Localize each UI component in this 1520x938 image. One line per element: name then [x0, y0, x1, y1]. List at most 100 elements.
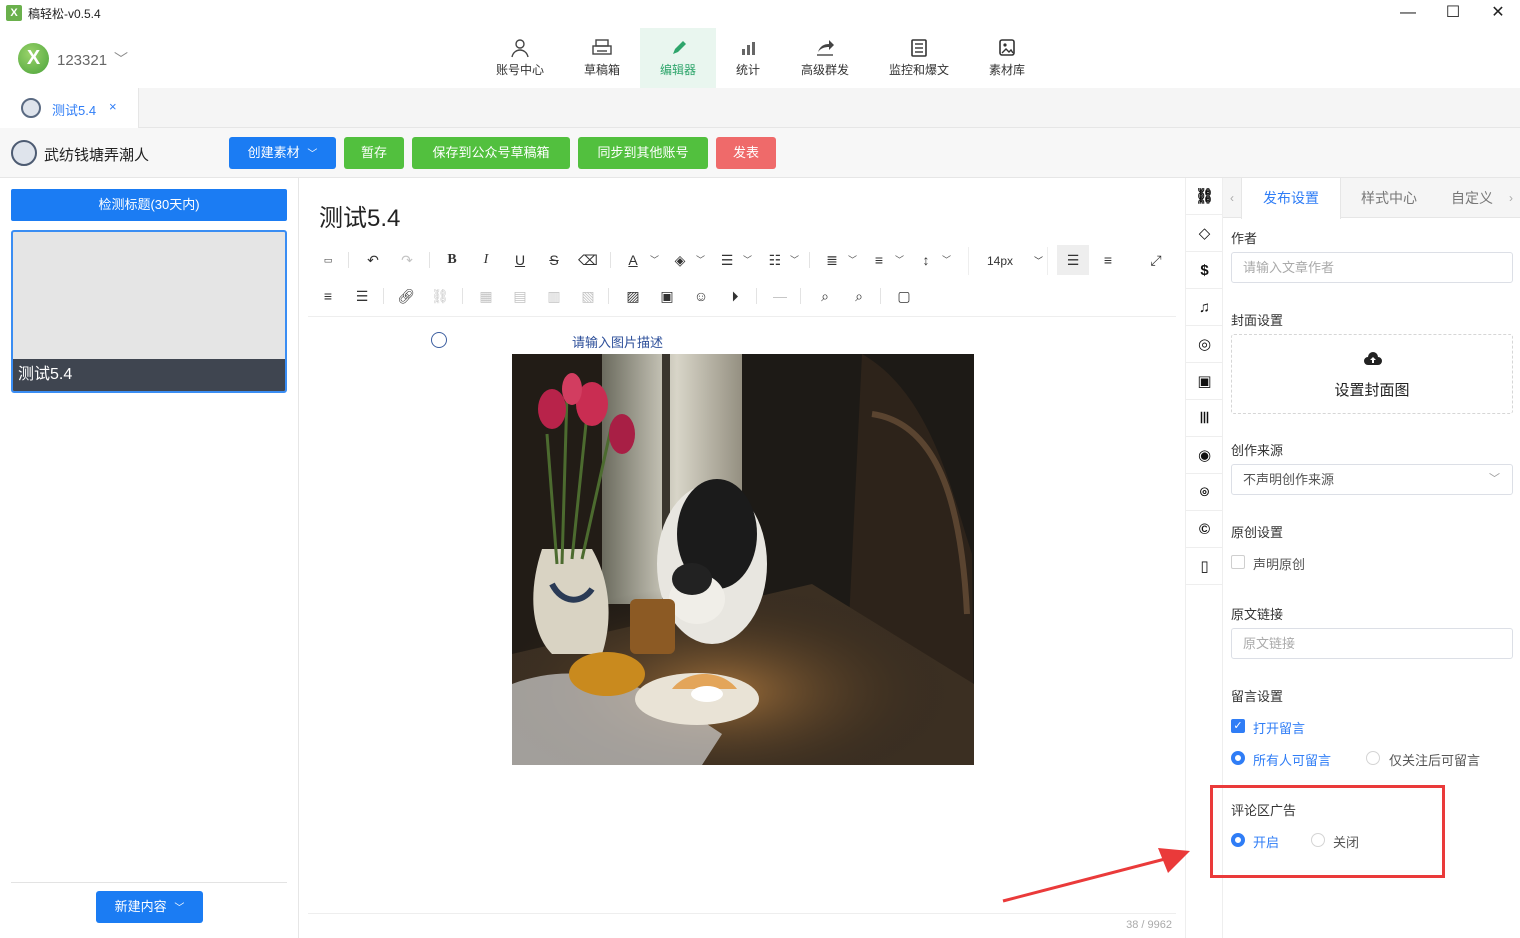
template-icon[interactable]: ▢	[891, 281, 917, 311]
comment-followers-label[interactable]: 仅关注后可留言	[1389, 750, 1480, 769]
chevron-down-icon[interactable]: ﹀	[696, 245, 705, 275]
open-comment-checkbox[interactable]: ✓	[1231, 719, 1245, 733]
scan-icon[interactable]: ⌾	[1186, 474, 1223, 511]
horizontal-rule-icon[interactable]: —	[767, 281, 793, 311]
divider	[11, 882, 287, 883]
source-select[interactable]: 不声明创作来源 ﹀	[1231, 464, 1513, 495]
close-window-button[interactable]: ✕	[1478, 2, 1518, 24]
font-color-icon[interactable]: A	[620, 245, 646, 275]
avatar	[11, 140, 37, 166]
table-insert-icon[interactable]: ▦	[473, 281, 499, 311]
tab-style-center[interactable]: 样式中心	[1341, 178, 1437, 218]
chevron-down-icon[interactable]: ﹀	[743, 245, 752, 275]
check-title-button[interactable]: 检测标题(30天内)	[11, 189, 287, 221]
fullscreen-icon[interactable]: ⤢	[1143, 245, 1169, 275]
comment-followers-radio[interactable]	[1366, 751, 1380, 765]
close-icon[interactable]: ×	[109, 99, 117, 114]
toolbar-separator	[880, 288, 881, 304]
find-replace-icon[interactable]: ⌕	[846, 281, 872, 311]
bullet-list-icon[interactable]: ☷	[762, 245, 788, 275]
copyright-icon[interactable]: ©	[1186, 511, 1223, 548]
chevron-down-icon[interactable]: ﹀	[895, 245, 904, 275]
minimize-button[interactable]: —	[1388, 2, 1428, 24]
chevron-down-icon[interactable]: ﹀	[848, 245, 857, 275]
tab-custom[interactable]: 自定义	[1437, 178, 1507, 218]
article-title-input[interactable]: 测试5.4	[319, 198, 400, 233]
tab-publish-settings[interactable]: 发布设置	[1241, 178, 1341, 219]
chevron-down-icon[interactable]: ﹀	[790, 245, 799, 275]
nav-monitor[interactable]: 监控和爆文	[883, 28, 955, 88]
eraser-icon[interactable]: ◇	[1186, 215, 1223, 252]
create-material-button[interactable]: 创建素材 ﹀	[229, 137, 336, 169]
toolbar-separator	[608, 288, 609, 304]
insert-image-url-icon[interactable]: ▨	[620, 281, 646, 311]
font-size-select[interactable]: 14px ﹀	[968, 247, 1048, 275]
comment-all-radio[interactable]	[1231, 751, 1245, 765]
article-image[interactable]	[512, 354, 974, 765]
chevron-down-icon[interactable]: ﹀	[942, 245, 951, 275]
maximize-button[interactable]: ☐	[1433, 2, 1473, 24]
article-card[interactable]: 测试5.4	[11, 230, 287, 393]
chevron-down-icon[interactable]: ﹀	[650, 245, 659, 275]
chevron-left-icon[interactable]: ‹	[1225, 178, 1239, 218]
tab-test-5-4[interactable]: 测试5.4 ×	[0, 88, 139, 128]
article-card-title: 测试5.4	[13, 359, 285, 391]
unlink-icon[interactable]: ⛓︎	[427, 281, 453, 311]
underline-icon[interactable]: U	[507, 245, 533, 275]
original-link-input[interactable]: 原文链接	[1231, 628, 1513, 659]
nav-editor[interactable]: 编辑器	[640, 28, 716, 88]
table-col-icon[interactable]: ▥	[541, 281, 567, 311]
paragraph-spacing-icon[interactable]: ≡	[866, 245, 892, 275]
author-input[interactable]: 请输入文章作者	[1231, 252, 1513, 283]
eye-icon[interactable]: ◉	[1186, 437, 1223, 474]
wechat-icon[interactable]: ◎	[1186, 326, 1223, 363]
html-icon[interactable]: ▭	[315, 245, 341, 275]
mini-program-icon[interactable]: ▯	[1186, 548, 1223, 585]
find-icon[interactable]: ⌕	[812, 281, 838, 311]
link-icon[interactable]: ⛓︎	[1186, 178, 1223, 215]
save-temp-button[interactable]: 暂存	[344, 137, 404, 169]
sync-accounts-button[interactable]: 同步到其他账号	[578, 137, 708, 169]
nav-mass-send[interactable]: 高级群发	[794, 28, 856, 88]
indent-icon[interactable]: ≣	[819, 245, 845, 275]
music-icon[interactable]: ♫	[1186, 289, 1223, 326]
open-comment-label[interactable]: 打开留言	[1253, 718, 1305, 737]
dollar-icon[interactable]: $	[1186, 252, 1223, 289]
nav-statistics[interactable]: 统计	[722, 28, 774, 88]
line-height-icon[interactable]: ↕	[913, 245, 939, 275]
butterfly-icon[interactable]: ꔖ	[1186, 400, 1223, 437]
align-right-icon[interactable]: ≡	[315, 281, 341, 311]
nav-material-library[interactable]: 素材库	[982, 28, 1032, 88]
table-delete-icon[interactable]: ▧	[575, 281, 601, 311]
redo-icon[interactable]: ↷	[394, 245, 420, 275]
chevron-right-icon[interactable]: ›	[1504, 178, 1518, 218]
button-label: 创建素材	[247, 145, 300, 160]
image-select-icon[interactable]	[431, 332, 447, 348]
link-icon[interactable]: 🔗︎	[393, 281, 419, 311]
highlight-color-icon[interactable]: ◈	[667, 245, 693, 275]
strikethrough-icon[interactable]: S	[541, 245, 567, 275]
image-description-input[interactable]: 请输入图片描述	[572, 332, 663, 351]
table-row-icon[interactable]: ▤	[507, 281, 533, 311]
new-content-button[interactable]: 新建内容 ﹀	[96, 891, 203, 923]
publish-button[interactable]: 发表	[716, 137, 776, 169]
original-checkbox-label[interactable]: 声明原创	[1253, 554, 1305, 573]
nav-drafts[interactable]: 草稿箱	[570, 28, 634, 88]
save-to-drafts-button[interactable]: 保存到公众号草稿箱	[412, 137, 570, 169]
undo-icon[interactable]: ↶	[360, 245, 386, 275]
cover-upload-area[interactable]: 设置封面图	[1231, 334, 1513, 414]
original-checkbox[interactable]	[1231, 555, 1245, 569]
italic-icon[interactable]: I	[473, 245, 499, 275]
nav-account-center[interactable]: 账号中心	[487, 28, 553, 88]
ordered-list-icon[interactable]: ☰	[714, 245, 740, 275]
video-icon[interactable]: ⏵	[722, 281, 748, 311]
eraser-icon[interactable]: ⌫	[575, 245, 601, 275]
align-center-icon[interactable]: ≡	[1095, 245, 1121, 275]
profile-card-icon[interactable]: ▣	[1186, 363, 1223, 400]
insert-image-icon[interactable]: ▣	[654, 281, 680, 311]
comment-all-label[interactable]: 所有人可留言	[1253, 750, 1331, 769]
bold-icon[interactable]: B	[439, 245, 465, 275]
align-left-icon[interactable]: ☰	[1057, 245, 1089, 275]
justify-icon[interactable]: ☰	[349, 281, 375, 311]
emoji-icon[interactable]: ☺	[688, 281, 714, 311]
